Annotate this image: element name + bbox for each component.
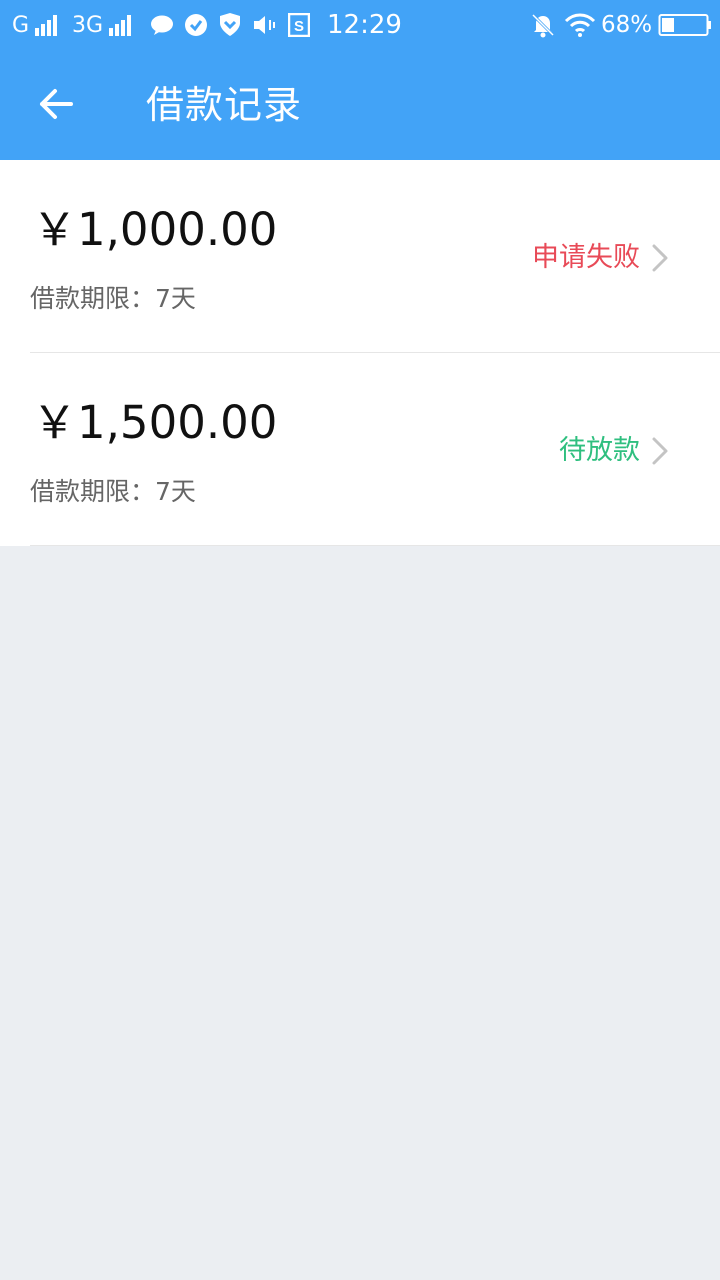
loan-amount: ￥1,000.00 xyxy=(32,203,278,256)
mute-bell-icon xyxy=(530,0,556,50)
divider xyxy=(30,545,720,546)
nav-bar: 借款记录 xyxy=(0,50,720,160)
carrier-g: G xyxy=(12,0,58,50)
status-label: 申请失败 xyxy=(532,242,640,273)
signal-icon xyxy=(109,14,132,36)
list-item[interactable]: ￥1,500.00 借款期限：7天 待放款 xyxy=(0,353,720,546)
chevron-right-icon xyxy=(652,437,668,465)
status-bar: G 3G S 12:29 68% xyxy=(0,0,720,50)
page-title: 借款记录 xyxy=(146,83,303,127)
carrier-3g-label: 3G xyxy=(72,12,104,38)
carrier-g-label: G xyxy=(12,12,30,38)
status-label: 待放款 xyxy=(559,435,640,466)
sim-icon: S xyxy=(288,0,310,50)
list-item[interactable]: ￥1,000.00 借款期限：7天 申请失败 xyxy=(0,160,720,353)
loan-amount: ￥1,500.00 xyxy=(32,396,278,449)
loan-term: 借款期限：7天 xyxy=(30,284,196,313)
shield-icon xyxy=(218,0,242,50)
wifi-icon xyxy=(564,0,596,50)
battery-icon xyxy=(658,0,712,50)
loan-record-list: ￥1,000.00 借款期限：7天 申请失败 ￥1,500.00 借款期限：7天… xyxy=(0,160,720,546)
battery-percent: 68% xyxy=(601,12,653,38)
svg-text:S: S xyxy=(294,18,304,35)
app-header: G 3G S 12:29 68% 借款记录 xyxy=(0,0,720,160)
check-circle-icon xyxy=(184,0,208,50)
back-button[interactable] xyxy=(22,70,90,138)
carrier-3g: 3G xyxy=(72,0,132,50)
clock: 12:29 xyxy=(327,10,402,40)
back-arrow-icon xyxy=(40,89,73,119)
chat-bubble-icon xyxy=(150,0,174,50)
loan-term: 借款期限：7天 xyxy=(30,477,196,506)
signal-icon xyxy=(35,14,58,36)
vibrate-icon xyxy=(252,0,280,50)
chevron-right-icon xyxy=(652,244,668,272)
